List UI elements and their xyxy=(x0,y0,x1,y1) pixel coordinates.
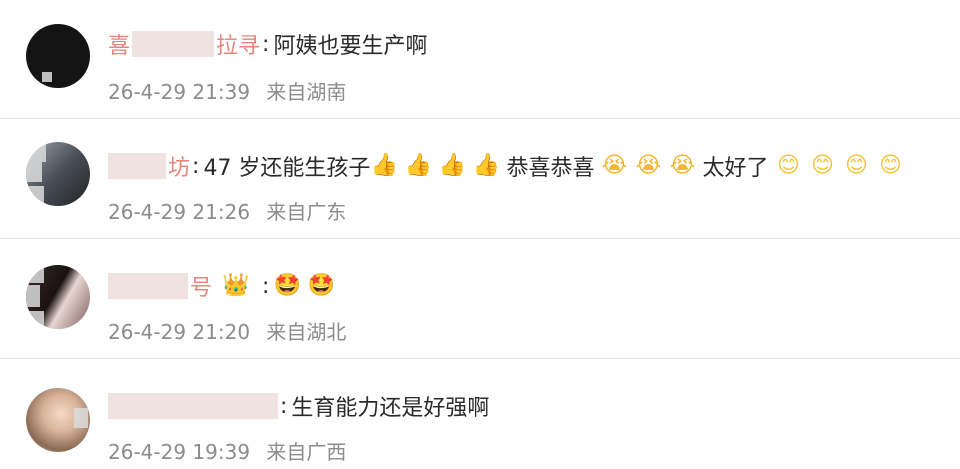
crying-face-icon: 😭 xyxy=(601,153,628,178)
username-tail[interactable]: 号 xyxy=(190,270,212,302)
name-colon: : xyxy=(280,393,288,419)
thumbs-up-icon: 👍 xyxy=(370,153,399,178)
comment-text: 阿姨也要生产啊 xyxy=(273,34,428,59)
comment-meta: 26-4-29 21:39 来自湖南 xyxy=(108,76,346,105)
avatar[interactable] xyxy=(26,388,90,452)
thumbs-up-icon: 👍 xyxy=(404,153,433,178)
comment-meta: 26-4-29 21:26 来自广东 xyxy=(108,196,346,225)
smiling-face-icon: 😊 xyxy=(777,153,800,178)
comment-item: 喜 拉寻 : 阿姨也要生产啊 26-4-29 21:39 来自湖南 xyxy=(0,0,960,117)
comment-time: 26-4-29 21:26 xyxy=(108,200,251,224)
comment-text-part: 恭喜恭喜 xyxy=(506,156,595,181)
comment-location: 来自广东 xyxy=(266,200,347,224)
username-blur-mask xyxy=(108,153,166,179)
divider xyxy=(0,118,960,119)
username-blur-mask xyxy=(132,31,215,57)
username-tail[interactable]: 拉寻 xyxy=(216,28,260,60)
comment-content: 号 👑 : 🤩 🤩 xyxy=(108,268,341,304)
avatar[interactable] xyxy=(26,24,90,88)
crying-face-icon: 😭 xyxy=(669,153,696,178)
comment-meta: 26-4-29 21:20 来自湖北 xyxy=(108,316,346,345)
comment-content: 喜 拉寻 : 阿姨也要生产啊 xyxy=(108,26,427,62)
smiling-face-icon: 😊 xyxy=(845,153,868,178)
comment-location: 来自广西 xyxy=(266,440,347,464)
comment-item: 坊 : 47 岁还能生孩子 👍 👍 👍 👍 恭喜恭喜 😭 😭 😭 太好了 😊 😊… xyxy=(0,120,960,237)
name-colon: : xyxy=(262,273,270,299)
comment-time: 26-4-29 21:39 xyxy=(108,80,251,104)
avatar[interactable] xyxy=(26,142,90,206)
thumbs-up-icon: 👍 xyxy=(438,153,467,178)
divider xyxy=(0,358,960,359)
smiling-face-icon: 😊 xyxy=(879,153,902,178)
comment-item: 号 👑 : 🤩 🤩 26-4-29 21:20 来自湖北 xyxy=(0,240,960,357)
comment-time: 26-4-29 21:20 xyxy=(108,320,251,344)
comment-meta: 26-4-29 19:39 来自广西 xyxy=(108,436,346,465)
name-colon: : xyxy=(192,153,200,179)
comment-text: 生育能力还是好强啊 xyxy=(291,396,490,421)
comment-item: : 生育能力还是好强啊 26-4-29 19:39 来自广西 xyxy=(0,360,960,469)
comment-text-part: 太好了 xyxy=(702,156,769,181)
comment-location: 来自湖北 xyxy=(266,320,347,344)
username-tail[interactable]: 坊 xyxy=(168,150,190,182)
excited-face-icon: 🤩 xyxy=(307,273,336,298)
crown-badge-icon: 👑 xyxy=(222,273,250,298)
smiling-face-icon: 😊 xyxy=(811,153,834,178)
comment-time: 26-4-29 19:39 xyxy=(108,440,251,464)
comment-location: 来自湖南 xyxy=(266,80,347,104)
crying-face-icon: 😭 xyxy=(635,153,662,178)
comment-text-part: 47 岁还能生孩子 xyxy=(203,156,371,181)
comment-list: 喜 拉寻 : 阿姨也要生产啊 26-4-29 21:39 来自湖南 坊 : 47… xyxy=(0,0,960,469)
username-visible-char[interactable]: 喜 xyxy=(108,28,130,60)
avatar[interactable] xyxy=(26,265,90,329)
comment-content: 坊 : 47 岁还能生孩子 👍 👍 👍 👍 恭喜恭喜 😭 😭 😭 太好了 😊 😊… xyxy=(108,148,910,184)
thumbs-up-icon: 👍 xyxy=(472,153,501,178)
username-blur-mask xyxy=(108,393,278,419)
username-blur-mask xyxy=(108,273,188,299)
divider xyxy=(0,238,960,239)
excited-face-icon: 🤩 xyxy=(273,273,302,298)
comment-content: : 生育能力还是好强啊 xyxy=(108,388,489,424)
name-colon: : xyxy=(262,31,270,57)
